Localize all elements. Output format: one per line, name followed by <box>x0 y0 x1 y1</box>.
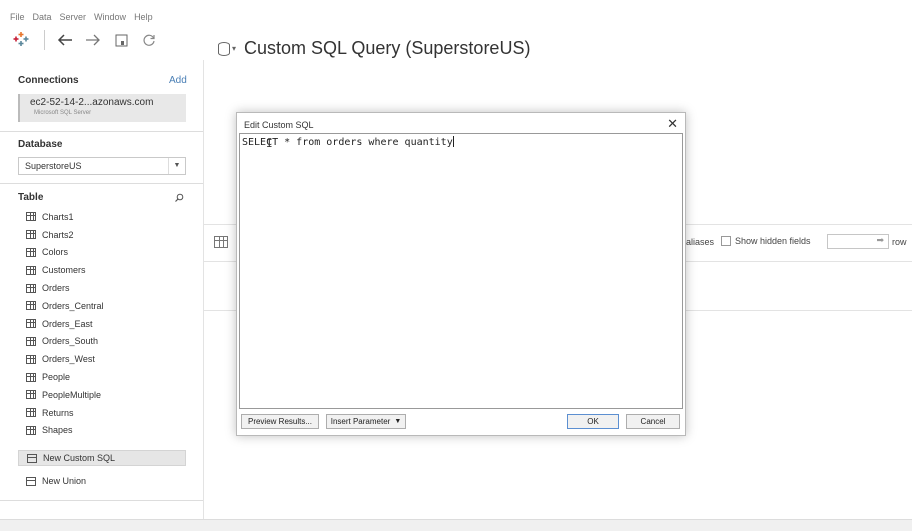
list-item[interactable]: Returns <box>26 404 104 422</box>
table-name: People <box>42 372 71 383</box>
toolbar-separator <box>44 30 45 50</box>
list-item[interactable]: Orders_West <box>26 350 104 368</box>
list-item[interactable]: Charts1 <box>26 208 104 226</box>
rows-label: row <box>892 237 907 247</box>
database-icon[interactable] <box>218 41 230 56</box>
new-union-item[interactable]: New Union <box>26 476 86 486</box>
ibeam-cursor-icon: I <box>266 137 273 150</box>
divider <box>0 500 203 501</box>
ok-button[interactable]: OK <box>567 414 619 429</box>
database-heading: Database <box>18 139 63 150</box>
database-value: SuperstoreUS <box>25 161 82 171</box>
table-icon <box>26 230 36 240</box>
show-hidden-fields-label: Show hidden fields <box>735 236 811 246</box>
checkbox[interactable] <box>721 236 731 246</box>
cancel-button[interactable]: Cancel <box>626 414 680 429</box>
forward-arrow-icon[interactable] <box>85 32 101 48</box>
toolbar <box>12 30 157 50</box>
text-caret <box>452 136 454 147</box>
list-item[interactable]: People <box>26 368 104 386</box>
dialog-title: Edit Custom SQL <box>244 120 314 130</box>
new-custom-sql-label: New Custom SQL <box>43 453 116 463</box>
chevron-down-icon: ▼ <box>394 418 402 425</box>
chevron-down-icon: ▼ <box>168 158 185 174</box>
table-name: Orders <box>42 283 70 294</box>
grid-view-icon[interactable] <box>214 236 228 248</box>
table-name: Orders_South <box>42 336 99 347</box>
menu-help[interactable]: Help <box>134 12 153 26</box>
rows-input[interactable]: ➡ <box>827 234 889 249</box>
table-icon <box>26 212 36 222</box>
table-icon <box>26 408 36 418</box>
sql-editor[interactable]: SELECT * from orders where quantity <box>239 133 683 409</box>
table-icon <box>26 283 36 293</box>
divider <box>0 131 203 132</box>
connection-name: ec2-52-14-2...azonaws.com <box>30 97 154 108</box>
table-icon <box>26 354 36 364</box>
table-icon <box>26 372 36 382</box>
list-item[interactable]: Colors <box>26 244 104 262</box>
list-item[interactable]: Orders_South <box>26 333 104 351</box>
table-icon <box>26 265 36 275</box>
menu-bar: File Data Server Window Help <box>10 12 153 26</box>
list-item[interactable]: PeopleMultiple <box>26 386 104 404</box>
list-item[interactable]: Charts2 <box>26 226 104 244</box>
dropdown-caret-icon[interactable]: ▾ <box>232 44 236 53</box>
menu-file[interactable]: File <box>10 12 25 26</box>
list-item[interactable]: Orders_Central <box>26 297 104 315</box>
insert-parameter-label: Insert Parameter <box>330 417 391 426</box>
aliases-label: aliases <box>686 237 715 247</box>
page-title[interactable]: Custom SQL Query (SuperstoreUS) <box>244 38 530 59</box>
preview-results-button[interactable]: Preview Results... <box>241 414 319 429</box>
edit-custom-sql-dialog: Edit Custom SQL ✕ SELECT * from orders w… <box>236 112 686 436</box>
sql-text: SELECT * from orders where quantity <box>242 137 453 148</box>
tableau-logo-icon[interactable] <box>12 30 32 50</box>
new-union-label: New Union <box>42 476 87 486</box>
datasource-header: ▾ Custom SQL Query (SuperstoreUS) <box>218 38 530 59</box>
table-icon <box>26 425 36 435</box>
menu-data[interactable]: Data <box>33 12 52 26</box>
back-arrow-icon[interactable] <box>57 32 73 48</box>
sheet-tabs-bar <box>0 519 912 531</box>
table-icon <box>26 319 36 329</box>
menu-server[interactable]: Server <box>60 12 87 26</box>
table-list: Charts1 Charts2 Colors Customers Orders … <box>26 208 104 439</box>
connections-heading: Connections <box>18 75 79 86</box>
table-icon <box>26 247 36 257</box>
table-icon <box>26 390 36 400</box>
add-connection-link[interactable]: Add <box>169 75 187 86</box>
table-heading: Table <box>18 192 44 203</box>
table-name: Charts1 <box>42 211 74 222</box>
menu-window[interactable]: Window <box>94 12 126 26</box>
refresh-icon[interactable] <box>141 32 157 48</box>
connection-item[interactable]: ec2-52-14-2...azonaws.com Microsoft SQL … <box>18 94 186 122</box>
search-icon[interactable] <box>174 190 184 208</box>
union-icon <box>26 476 36 486</box>
custom-sql-icon <box>27 453 37 463</box>
divider <box>0 183 203 184</box>
list-item[interactable]: Customers <box>26 261 104 279</box>
table-name: Charts2 <box>42 229 74 240</box>
table-name: Colors <box>42 247 69 258</box>
connection-type: Microsoft SQL Server <box>34 110 92 116</box>
table-name: Returns <box>42 407 74 418</box>
table-icon <box>26 301 36 311</box>
table-name: Orders_East <box>42 318 93 329</box>
show-hidden-fields-toggle[interactable]: Show hidden fields <box>721 236 811 246</box>
arrow-right-icon[interactable]: ➡ <box>876 235 884 245</box>
database-select[interactable]: SuperstoreUS ▼ <box>18 157 186 175</box>
new-custom-sql-item[interactable]: New Custom SQL <box>18 450 186 466</box>
list-item[interactable]: Shapes <box>26 422 104 440</box>
list-item[interactable]: Orders <box>26 279 104 297</box>
table-name: PeopleMultiple <box>42 389 102 400</box>
table-name: Shapes <box>42 425 73 436</box>
table-name: Customers <box>42 265 86 276</box>
insert-parameter-button[interactable]: Insert Parameter ▼ <box>326 414 406 429</box>
list-item[interactable]: Orders_East <box>26 315 104 333</box>
table-name: Orders_Central <box>42 300 104 311</box>
table-name: Orders_West <box>42 354 95 365</box>
table-icon <box>26 336 36 346</box>
save-icon[interactable] <box>113 32 129 48</box>
close-icon[interactable]: ✕ <box>667 116 678 132</box>
